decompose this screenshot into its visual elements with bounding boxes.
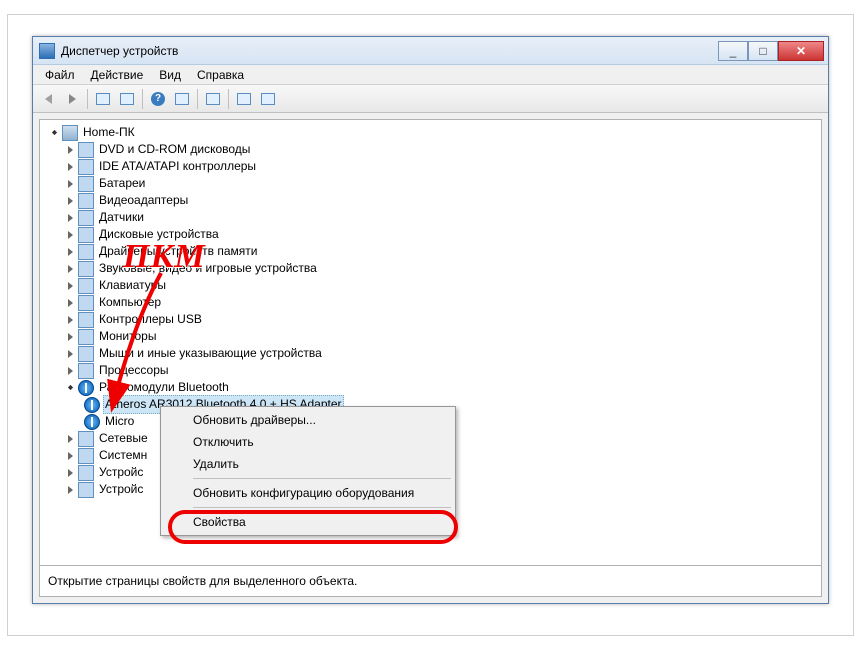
context-menu: Обновить драйверы... Отключить Удалить О… [160, 406, 456, 536]
menu-help[interactable]: Справка [189, 66, 252, 84]
tree-category[interactable]: DVD и CD-ROM дисководы [44, 141, 821, 158]
props-icon [120, 93, 134, 105]
sensor-icon [78, 210, 94, 226]
tree-category[interactable]: Датчики [44, 209, 821, 226]
ctx-delete[interactable]: Удалить [163, 453, 453, 475]
menu-file[interactable]: Файл [37, 66, 83, 84]
statusbar: Открытие страницы свойств для выделенног… [39, 565, 822, 597]
disc-icon [78, 142, 94, 158]
maximize-button[interactable]: □ [748, 41, 778, 61]
menu-action[interactable]: Действие [83, 66, 152, 84]
ctx-separator [193, 478, 451, 479]
scan-button[interactable] [202, 88, 224, 110]
update-icon [237, 93, 251, 105]
arrow-left-icon [45, 94, 52, 104]
properties-toolbar-button[interactable] [116, 88, 138, 110]
tree-category[interactable]: Звуковые, видео и игровые устройства [44, 260, 821, 277]
arrow-right-icon [69, 94, 76, 104]
action-icon [175, 93, 189, 105]
system-icon [78, 448, 94, 464]
expand-icon[interactable] [46, 125, 62, 141]
menubar: Файл Действие Вид Справка [33, 65, 828, 85]
help-icon: ? [151, 92, 165, 106]
tree-category[interactable]: Мониторы [44, 328, 821, 345]
menu-view[interactable]: Вид [151, 66, 189, 84]
bluetooth-icon [78, 380, 94, 396]
imaging-icon [78, 482, 94, 498]
tree-category[interactable]: Драйверы устройств памяти [44, 243, 821, 260]
ctx-separator [193, 507, 451, 508]
minimize-button[interactable]: _ [718, 41, 748, 61]
close-button[interactable]: ✕ [778, 41, 824, 61]
update-driver-button[interactable] [233, 88, 255, 110]
app-icon [39, 43, 55, 59]
computer-icon [62, 125, 78, 141]
ctx-disable[interactable]: Отключить [163, 431, 453, 453]
expand-icon[interactable] [62, 142, 78, 158]
network-icon [78, 431, 94, 447]
tree-category[interactable]: Видеоадаптеры [44, 192, 821, 209]
tree-category-bluetooth[interactable]: Радиомодули Bluetooth [44, 379, 821, 396]
back-button[interactable] [37, 88, 59, 110]
hid-icon [78, 465, 94, 481]
tree-category[interactable]: Мыши и иные указывающие устройства [44, 345, 821, 362]
window-title: Диспетчер устройств [61, 44, 718, 58]
ctx-properties[interactable]: Свойства [163, 511, 453, 533]
forward-button[interactable] [61, 88, 83, 110]
status-text: Открытие страницы свойств для выделенног… [48, 574, 357, 588]
scan-icon [206, 93, 220, 105]
keyboard-icon [78, 278, 94, 294]
action-button[interactable] [171, 88, 193, 110]
hdd-icon [78, 227, 94, 243]
titlebar[interactable]: Диспетчер устройств _ □ ✕ [33, 37, 828, 65]
bluetooth-icon [84, 414, 100, 430]
ctx-scan-hardware[interactable]: Обновить конфигурацию оборудования [163, 482, 453, 504]
tree-category[interactable]: Клавиатуры [44, 277, 821, 294]
usb-icon [78, 312, 94, 328]
tree-category[interactable]: Дисковые устройства [44, 226, 821, 243]
help-button[interactable]: ? [147, 88, 169, 110]
computer-icon [78, 295, 94, 311]
show-hidden-button[interactable] [92, 88, 114, 110]
sound-icon [78, 261, 94, 277]
mouse-icon [78, 346, 94, 362]
ctx-update-drivers[interactable]: Обновить драйверы... [163, 409, 453, 431]
tree-category[interactable]: Контроллеры USB [44, 311, 821, 328]
uninstall-button[interactable] [257, 88, 279, 110]
ide-icon [78, 159, 94, 175]
tree-category[interactable]: Компьютер [44, 294, 821, 311]
uninstall-icon [261, 93, 275, 105]
display-icon [78, 193, 94, 209]
cpu-icon [78, 363, 94, 379]
collapse-icon[interactable] [62, 380, 78, 396]
monitor-icon [78, 329, 94, 345]
tree-root[interactable]: Home-ПК [44, 124, 821, 141]
toolbar: ? [33, 85, 828, 113]
tree-category[interactable]: Батареи [44, 175, 821, 192]
battery-icon [78, 176, 94, 192]
tree-category[interactable]: IDE ATA/ATAPI контроллеры [44, 158, 821, 175]
memory-icon [78, 244, 94, 260]
panel-icon [96, 93, 110, 105]
bluetooth-icon [84, 397, 100, 413]
tree-category[interactable]: Процессоры [44, 362, 821, 379]
